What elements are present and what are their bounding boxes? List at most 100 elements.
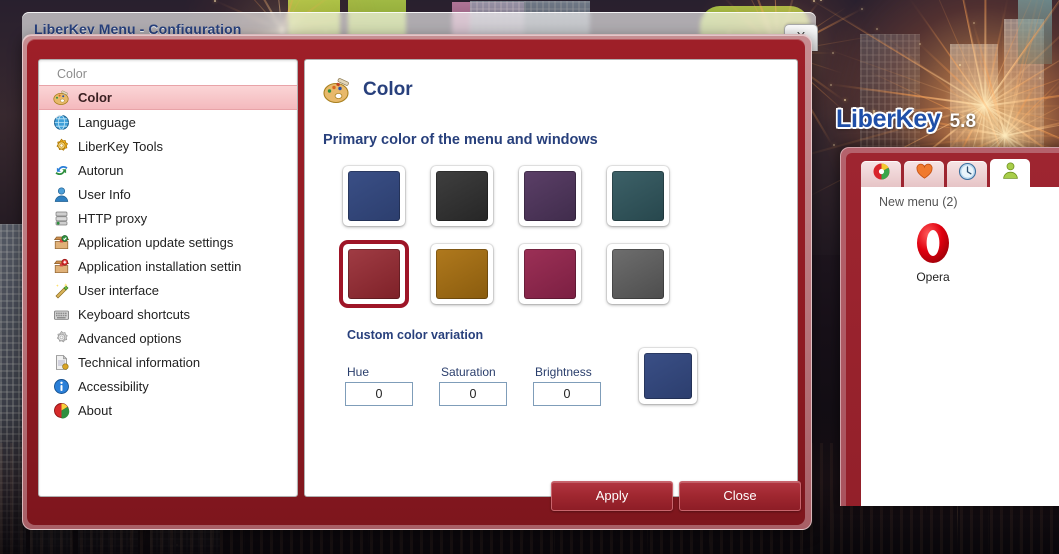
info-circle-icon (53, 378, 70, 395)
sidebar-item-accessibility[interactable]: Accessibility (39, 374, 297, 398)
firework-spark (972, 21, 975, 24)
firework-spark (214, 0, 217, 2)
color-swatch-gold[interactable] (431, 244, 493, 304)
globe-icon (53, 114, 70, 131)
favorites-tab[interactable] (904, 161, 944, 187)
sidebar-item-user-info[interactable]: User Info (39, 182, 297, 206)
settings-content-panel: Color Primary color of the menu and wind… (304, 59, 798, 497)
brightness-label: Brightness (535, 365, 592, 379)
sidebar-item-user-interface[interactable]: User interface (39, 278, 297, 302)
liberkey-version: 5.8 (949, 111, 977, 132)
firework-spark (843, 99, 846, 102)
color-swatch-blue[interactable] (343, 166, 405, 226)
liberkey-tab-bar (861, 159, 1030, 187)
liberkey-logo: LiberKey (836, 105, 941, 133)
color-swatch-red[interactable] (343, 244, 405, 304)
sidebar-item-liberkey-tools[interactable]: LiberKey Tools (39, 134, 297, 158)
page-title: Color (363, 79, 413, 100)
window-frame-outer: Color Color Language LiberKey Tools Auto… (22, 34, 812, 530)
sidebar-item-label: Accessibility (78, 378, 149, 394)
keyboard-icon (53, 306, 70, 323)
apply-button[interactable]: Apply (551, 481, 673, 511)
sidebar-item-advanced-options[interactable]: Advanced options (39, 326, 297, 350)
sidebar-item-label: Autorun (78, 162, 124, 178)
section-title: Primary color of the menu and windows (323, 132, 598, 148)
color-swatch-purple[interactable] (519, 166, 581, 226)
saturation-label: Saturation (441, 365, 496, 379)
sidebar-item-label: Language (78, 114, 136, 130)
palette-icon (323, 76, 353, 104)
sidebar-item-application-installation-settin[interactable]: Application installation settin (39, 254, 297, 278)
liberkey-content-sheet: New menu (2) Opera (861, 187, 1059, 506)
gear-icon (53, 138, 70, 155)
brightness-input[interactable] (533, 382, 601, 406)
update-box-icon (53, 234, 70, 251)
about-circle-icon (53, 402, 70, 419)
firework-spark (832, 52, 834, 54)
sidebar-item-label: LiberKey Tools (78, 138, 164, 154)
custom-color-title: Custom color variation (347, 328, 484, 342)
color-swatch-dark-grey[interactable] (431, 166, 493, 226)
user-icon (53, 186, 70, 203)
saturation-field-group: Saturation (439, 365, 533, 406)
content-header: Color (305, 60, 797, 104)
custom-color-fields: Hue Saturation Brightness (345, 348, 797, 406)
custom-color-preview[interactable] (639, 348, 697, 404)
color-swatch-teal[interactable] (607, 166, 669, 226)
dialog-footer: Apply Close (27, 471, 805, 525)
sidebar-item-label: Application installation settin (78, 258, 242, 274)
sidebar-item-http-proxy[interactable]: HTTP proxy (39, 206, 297, 230)
cog-grey-icon (53, 330, 70, 347)
user-menu-tab[interactable] (990, 159, 1030, 187)
brightness-field-group: Brightness (533, 365, 627, 406)
sidebar-item-label: User Info (78, 186, 131, 202)
sidebar-item-label: Keyboard shortcuts (78, 306, 191, 322)
clock-icon (958, 162, 977, 186)
sidebar-item-application-update-settings[interactable]: Application update settings (39, 230, 297, 254)
saturation-input[interactable] (439, 382, 507, 406)
liberkey-menu-name: New menu (2) (879, 195, 958, 209)
document-icon (53, 354, 70, 371)
close-button[interactable]: Close (679, 481, 801, 511)
heart-icon (915, 162, 934, 186)
configuration-window: LiberKey Menu - Configuration X Color Co… (22, 12, 818, 530)
sidebar-group-label: Color (57, 67, 87, 81)
liberkey-branding: LiberKey 5.8 (836, 105, 976, 134)
liberkey-apps-icon (872, 162, 891, 186)
sidebar-item-keyboard-shortcuts[interactable]: Keyboard shortcuts (39, 302, 297, 326)
sidebar-item-color[interactable]: Color (39, 85, 297, 110)
sidebar-item-label: User interface (78, 282, 159, 298)
opera-icon (910, 220, 956, 266)
sidebar-item-autorun[interactable]: Autorun (39, 158, 297, 182)
liberkey-frame: New menu (2) Opera (840, 147, 1059, 506)
hue-input[interactable] (345, 382, 413, 406)
sidebar-item-about[interactable]: About (39, 398, 297, 422)
sidebar-item-technical-information[interactable]: Technical information (39, 350, 297, 374)
app-label: Opera (916, 270, 950, 284)
hue-label: Hue (347, 365, 370, 379)
sidebar-item-label: Advanced options (78, 330, 182, 346)
user-green-icon (1001, 161, 1020, 185)
refresh-arrows-icon (53, 162, 70, 179)
list-item[interactable]: Opera (899, 220, 967, 284)
sidebar-item-list: Color Language LiberKey Tools Autorun Us… (39, 85, 297, 422)
liberkey-frame-inner: New menu (2) Opera (846, 153, 1059, 506)
sidebar-item-label: HTTP proxy (78, 210, 148, 226)
magic-wand-icon (53, 282, 70, 299)
color-swatch-grid (343, 166, 797, 322)
applications-tab[interactable] (861, 161, 901, 187)
settings-sidebar: Color Color Language LiberKey Tools Auto… (38, 59, 298, 497)
sidebar-item-label: Technical information (78, 354, 201, 370)
firework-spark (829, 83, 832, 86)
palette-icon (53, 89, 70, 106)
liberkey-menu-panel: LiberKey 5.8 New menu (2) Opera (828, 105, 1059, 506)
hue-field-group: Hue (345, 365, 439, 406)
recent-tab[interactable] (947, 161, 987, 187)
window-frame-inner: Color Color Language LiberKey Tools Auto… (27, 39, 805, 525)
sidebar-item-language[interactable]: Language (39, 110, 297, 134)
color-swatch-grey[interactable] (607, 244, 669, 304)
sidebar-item-label: Color (78, 90, 112, 105)
install-box-icon (53, 258, 70, 275)
custom-color-variation-block: Custom color variation Hue Saturation Br… (345, 328, 797, 406)
color-swatch-magenta[interactable] (519, 244, 581, 304)
